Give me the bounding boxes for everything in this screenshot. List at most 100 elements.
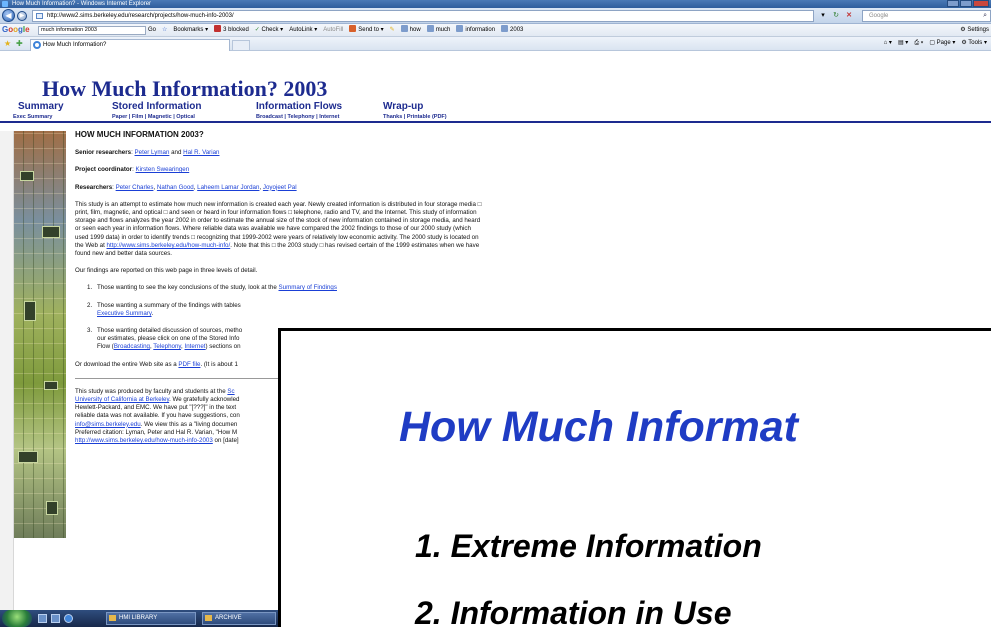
link-internet[interactable]: Internet bbox=[185, 343, 206, 350]
site-title: How Much Information? 2003 bbox=[42, 76, 328, 101]
submenu-paper[interactable]: Paper bbox=[112, 114, 127, 120]
link-kirsten-swearingen[interactable]: Kirsten Swearingen bbox=[136, 166, 190, 173]
link-broadcasting[interactable]: Broadcasting bbox=[114, 343, 150, 350]
window-controls bbox=[947, 0, 989, 7]
highlight-icon[interactable]: ✎ bbox=[390, 24, 395, 36]
favorites-star-icon[interactable]: ★ bbox=[4, 37, 11, 50]
list-item: 1. Those wanting to see the key conclusi… bbox=[87, 284, 337, 292]
search-placeholder: Google bbox=[869, 13, 889, 19]
search-input[interactable]: Google ⌕ bbox=[862, 10, 991, 22]
google-toolbar: Google much information 2003 Go ☆ Bookma… bbox=[0, 24, 991, 37]
taskbar-button-hmi-library[interactable]: HMI LIBRARY bbox=[106, 612, 196, 625]
tab-title: How Much Information? bbox=[43, 42, 107, 48]
word-button-2003[interactable]: 2003 bbox=[501, 24, 523, 36]
minimize-button[interactable] bbox=[947, 0, 959, 7]
taskbar-button-archive[interactable]: ARCHIVE bbox=[202, 612, 276, 625]
feeds-icon[interactable]: ▤ ▾ bbox=[898, 37, 908, 50]
intro-paragraph: This study is an attempt to estimate how… bbox=[75, 200, 482, 258]
new-tab-button[interactable] bbox=[232, 40, 250, 51]
link-telephony[interactable]: Telephony bbox=[153, 343, 181, 350]
print-icon[interactable]: ⎙ ▾ bbox=[914, 37, 923, 50]
maximize-button[interactable] bbox=[960, 0, 972, 7]
menu-information-flows[interactable]: Information Flows bbox=[256, 101, 342, 113]
tab-how-much-information[interactable]: How Much Information? bbox=[30, 39, 230, 51]
dropdown-arrow-icon[interactable]: ▾ bbox=[818, 10, 828, 21]
page-heading: HOW MUCH INFORMATION 2003? bbox=[75, 130, 204, 139]
header-divider bbox=[0, 121, 991, 123]
ie-quicklaunch-icon[interactable] bbox=[64, 614, 73, 623]
link-pdf-file[interactable]: PDF file bbox=[178, 361, 200, 368]
link-joyojeet-pal[interactable]: Joyojeet Pal bbox=[263, 184, 297, 191]
link-peter-lyman[interactable]: Peter Lyman bbox=[135, 149, 170, 156]
google-logo[interactable]: Google bbox=[2, 24, 30, 36]
stop-icon[interactable]: ✕ bbox=[844, 10, 854, 21]
bookmarks-button[interactable]: Bookmarks ▾ bbox=[173, 24, 208, 36]
submenu-telephony[interactable]: Telephony bbox=[288, 114, 315, 120]
link-hal-varian[interactable]: Hal R. Varian bbox=[183, 149, 219, 156]
list-item: 2. Those wanting a summary of the findin… bbox=[87, 301, 241, 317]
submenu-magnetic[interactable]: Magnetic bbox=[148, 114, 172, 120]
link-summary-of-findings[interactable]: Summary of Findings bbox=[279, 284, 337, 291]
settings-button[interactable]: ⚙ Settings bbox=[960, 24, 989, 36]
word-button-how[interactable]: how bbox=[400, 24, 421, 36]
word-button-information[interactable]: information bbox=[456, 24, 495, 36]
google-search-input[interactable]: much information 2003 bbox=[38, 26, 146, 35]
submenu-exec-summary[interactable]: Exec Summary bbox=[13, 114, 52, 120]
link-info-email[interactable]: info@sims.berkeley.edu bbox=[75, 421, 141, 428]
senior-researchers: Senior researchers: Peter Lyman and Hal … bbox=[75, 149, 220, 157]
link-2000-study[interactable]: http://www.sims.berkeley.edu/how-much-in… bbox=[107, 242, 231, 249]
back-button[interactable]: ◀ bbox=[2, 9, 15, 22]
start-button[interactable] bbox=[2, 610, 32, 627]
add-favorites-icon[interactable]: ✚ bbox=[16, 37, 23, 50]
switch-windows-icon[interactable] bbox=[51, 614, 60, 623]
tools-menu[interactable]: ⚙ Tools ▾ bbox=[961, 37, 987, 50]
page-menu[interactable]: ▢ Page ▾ bbox=[929, 37, 955, 50]
project-coordinator: Project coordinator: Kirsten Swearingen bbox=[75, 166, 190, 174]
submenu-thanks[interactable]: Thanks bbox=[383, 114, 402, 120]
link-laheem-jordan[interactable]: Laheem Lamar Jordan bbox=[197, 184, 259, 191]
refresh-icon[interactable]: ↻ bbox=[831, 10, 841, 21]
autolink-button[interactable]: AutoLink ▾ bbox=[289, 24, 317, 36]
slide-item-extreme-information: 1. Extreme Information bbox=[415, 528, 762, 564]
link-citation-url[interactable]: http://www.sims.berkeley.edu/how-much-in… bbox=[75, 437, 213, 444]
home-icon[interactable]: ⌂ ▾ bbox=[884, 37, 892, 50]
submenu-broadcast[interactable]: Broadcast bbox=[256, 114, 283, 120]
menu-summary[interactable]: Summary bbox=[18, 101, 64, 113]
check-button[interactable]: ✓ Check ▾ bbox=[255, 24, 283, 36]
circuit-board-image bbox=[14, 131, 66, 538]
menu-wrap-up[interactable]: Wrap-up bbox=[383, 101, 423, 113]
autofill-button[interactable]: AutoFill bbox=[323, 24, 343, 36]
submenu-internet[interactable]: Internet bbox=[319, 114, 339, 120]
link-nathan-good[interactable]: Nathan Good bbox=[157, 184, 194, 191]
researchers: Researchers: Peter Charles, Nathan Good,… bbox=[75, 183, 297, 191]
menu-stored-information[interactable]: Stored Information bbox=[112, 101, 201, 113]
send-icon bbox=[349, 25, 357, 32]
submenu-pdf[interactable]: (PDF) bbox=[432, 114, 447, 120]
url-input[interactable]: http://www2.sims.berkeley.edu/research/p… bbox=[32, 10, 814, 22]
url-text: http://www2.sims.berkeley.edu/research/p… bbox=[47, 13, 234, 19]
block-icon bbox=[214, 25, 222, 32]
show-desktop-icon[interactable] bbox=[38, 614, 47, 623]
link-peter-charles[interactable]: Peter Charles bbox=[116, 184, 154, 191]
submenu-film[interactable]: Film bbox=[132, 114, 143, 120]
submenu-optical[interactable]: Optical bbox=[176, 114, 195, 120]
star-icon[interactable]: ☆ bbox=[162, 24, 167, 36]
forward-button[interactable]: ▶ bbox=[17, 11, 27, 21]
popup-blocked-button[interactable]: 3 blocked bbox=[214, 24, 249, 36]
submenu-printable[interactable]: Printable bbox=[407, 114, 431, 120]
slide-title: How Much Informat bbox=[399, 403, 798, 451]
link-executive-summary[interactable]: Executive Summary bbox=[97, 310, 152, 317]
link-uc-berkeley[interactable]: University of California at Berkeley bbox=[75, 396, 169, 403]
ie-tab-icon bbox=[33, 41, 41, 49]
address-bar: ◀ ▶ http://www2.sims.berkeley.edu/resear… bbox=[0, 8, 991, 24]
tab-bar: ★ ✚ How Much Information? ⌂ ▾ ▤ ▾ ⎙ ▾ ▢ … bbox=[0, 37, 991, 51]
close-button[interactable] bbox=[973, 0, 989, 7]
link-school[interactable]: Sc bbox=[227, 388, 234, 395]
go-button[interactable]: Go bbox=[148, 24, 156, 36]
send-to-button[interactable]: Send to ▾ bbox=[349, 24, 384, 36]
check-icon: ✓ bbox=[254, 27, 260, 33]
word-button-much[interactable]: much bbox=[426, 24, 450, 36]
ie-icon bbox=[2, 1, 8, 7]
search-icon[interactable]: ⌕ bbox=[983, 11, 987, 21]
folder-icon bbox=[205, 615, 212, 621]
